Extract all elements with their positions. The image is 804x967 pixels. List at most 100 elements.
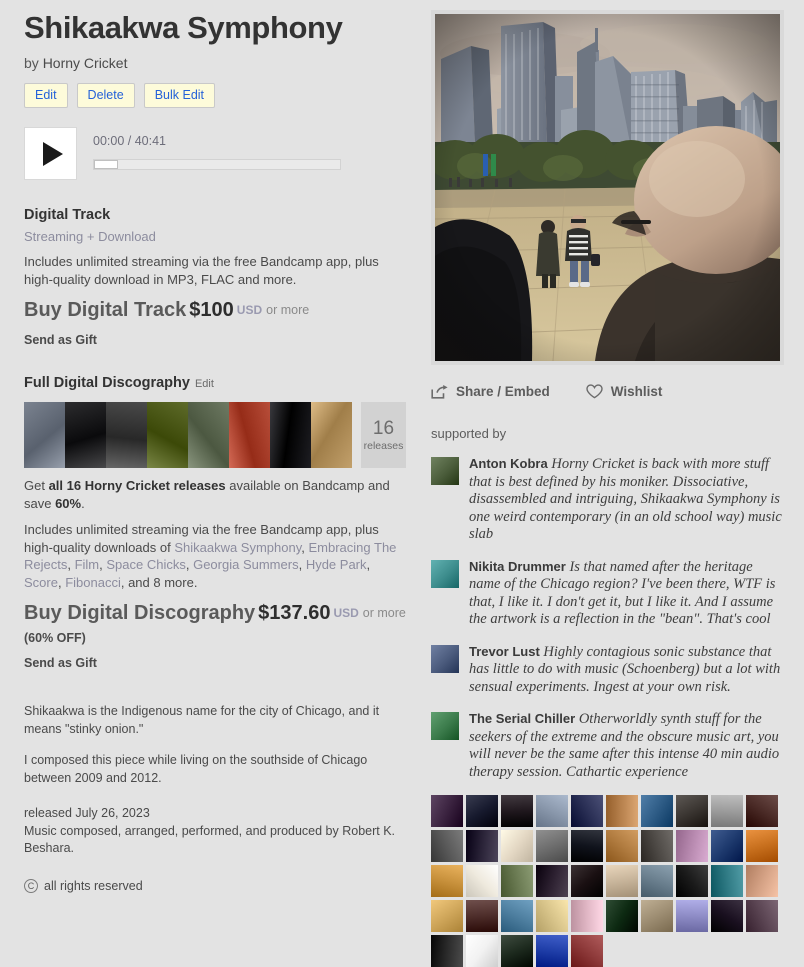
discography-thumbnail[interactable]: [270, 402, 311, 468]
fan-avatar[interactable]: [746, 900, 778, 932]
discography-edit-link[interactable]: Edit: [195, 378, 214, 390]
releases-label: releases: [363, 439, 404, 452]
fan-avatar[interactable]: [571, 830, 603, 862]
fan-avatar[interactable]: [746, 795, 778, 827]
fan-avatar[interactable]: [431, 900, 463, 932]
fan-avatar[interactable]: [466, 900, 498, 932]
fan-avatar[interactable]: [746, 865, 778, 897]
fan-avatar[interactable]: [431, 830, 463, 862]
fan-avatar[interactable]: [501, 900, 533, 932]
release-link[interactable]: Fibonacci: [65, 575, 121, 590]
fan-avatar[interactable]: [641, 830, 673, 862]
album-artwork-image: [435, 14, 780, 361]
fan-avatar[interactable]: [501, 935, 533, 967]
discography-thumbnail[interactable]: [65, 402, 106, 468]
album-artwork[interactable]: [431, 10, 784, 365]
bulk-edit-button[interactable]: Bulk Edit: [143, 83, 216, 108]
reviewer-name[interactable]: The Serial Chiller: [469, 711, 575, 726]
discography-thumbnail[interactable]: [311, 402, 352, 468]
discography-thumbnail[interactable]: [188, 402, 229, 468]
fan-avatar[interactable]: [431, 795, 463, 827]
digital-track-heading: Digital Track: [24, 207, 111, 223]
progress-thumb[interactable]: [94, 160, 118, 169]
release-link[interactable]: Shikaakwa Symphony: [174, 540, 301, 555]
buy-discography-button[interactable]: Buy Digital Discography $137.60 USD or more: [24, 601, 406, 626]
fan-avatar[interactable]: [466, 830, 498, 862]
fan-avatar[interactable]: [676, 900, 708, 932]
credits-line: Music composed, arranged, performed, and…: [24, 823, 396, 856]
discography-thumbnail[interactable]: [106, 402, 147, 468]
fan-avatar[interactable]: [571, 795, 603, 827]
avatar[interactable]: [431, 712, 459, 740]
discography-thumbnails[interactable]: [24, 402, 352, 468]
release-link[interactable]: Space Chicks: [106, 557, 185, 572]
fan-avatar[interactable]: [536, 900, 568, 932]
reviewer-name[interactable]: Anton Kobra: [469, 456, 548, 471]
release-link[interactable]: Film: [75, 557, 100, 572]
wishlist-label: Wishlist: [610, 384, 663, 399]
fan-avatar[interactable]: [431, 935, 463, 967]
fan-avatar[interactable]: [676, 795, 708, 827]
send-as-gift-discography-link[interactable]: Send as Gift: [24, 655, 406, 671]
discography-thumbnail[interactable]: [24, 402, 65, 468]
discography-section: Full Digital Discography Edit 16 releases…: [24, 374, 406, 671]
fan-avatar[interactable]: [571, 935, 603, 967]
fan-avatar[interactable]: [676, 865, 708, 897]
fan-avatar[interactable]: [501, 795, 533, 827]
review-item: Nikita Drummer Is that named after the h…: [431, 558, 784, 629]
delete-button[interactable]: Delete: [76, 83, 135, 108]
progress-bar[interactable]: [93, 159, 341, 170]
reviewer-name[interactable]: Nikita Drummer: [469, 559, 566, 574]
fan-avatar[interactable]: [711, 795, 743, 827]
discography-thumbnail[interactable]: [229, 402, 270, 468]
release-link[interactable]: Score: [24, 575, 58, 590]
fan-avatar[interactable]: [466, 795, 498, 827]
release-link[interactable]: Hyde Park: [306, 557, 367, 572]
fan-avatar[interactable]: [606, 865, 638, 897]
fan-avatar[interactable]: [641, 795, 673, 827]
fan-avatar[interactable]: [711, 830, 743, 862]
fan-avatar[interactable]: [606, 830, 638, 862]
edit-button[interactable]: Edit: [24, 83, 68, 108]
fan-avatar[interactable]: [606, 900, 638, 932]
heart-icon: [586, 384, 603, 399]
discography-thumbnail[interactable]: [147, 402, 188, 468]
fan-avatar[interactable]: [466, 865, 498, 897]
fan-avatar[interactable]: [536, 795, 568, 827]
release-link[interactable]: Georgia Summers: [193, 557, 298, 572]
fan-avatar[interactable]: [571, 865, 603, 897]
fan-avatar[interactable]: [746, 830, 778, 862]
fan-avatar[interactable]: [536, 935, 568, 967]
wishlist-button[interactable]: Wishlist: [586, 384, 663, 399]
avatar[interactable]: [431, 559, 459, 588]
fan-avatar[interactable]: [571, 900, 603, 932]
fan-avatar[interactable]: [501, 865, 533, 897]
fan-avatar[interactable]: [606, 795, 638, 827]
avatar[interactable]: [431, 644, 459, 673]
discography-includes-text: Includes unlimited streaming via the fre…: [24, 521, 406, 591]
reviewer-name[interactable]: Trevor Lust: [469, 644, 540, 659]
fan-avatar[interactable]: [711, 865, 743, 897]
get-suffix: .: [81, 495, 85, 511]
fan-avatar[interactable]: [641, 900, 673, 932]
buy-digital-track-button[interactable]: Buy Digital Track $100 USD or more: [24, 298, 406, 323]
share-embed-button[interactable]: Share / Embed: [431, 384, 550, 399]
fan-avatar[interactable]: [466, 935, 498, 967]
play-icon: [42, 141, 63, 166]
fan-avatar[interactable]: [501, 830, 533, 862]
avatar[interactable]: [431, 457, 459, 485]
fan-avatar[interactable]: [536, 830, 568, 862]
fan-avatar[interactable]: [676, 830, 708, 862]
streaming-download-link[interactable]: Streaming + Download: [24, 228, 406, 245]
releases-count-box[interactable]: 16 releases: [361, 402, 406, 468]
play-button[interactable]: [24, 127, 77, 180]
send-as-gift-track-link[interactable]: Send as Gift: [24, 332, 406, 348]
review-body: The Serial Chiller Otherworldly synth st…: [469, 710, 784, 781]
digital-track-price: $100: [189, 299, 234, 321]
fan-avatar[interactable]: [431, 865, 463, 897]
fan-avatar[interactable]: [536, 865, 568, 897]
fan-avatar[interactable]: [641, 865, 673, 897]
fan-avatar[interactable]: [711, 900, 743, 932]
artist-link[interactable]: Horny Cricket: [43, 55, 128, 71]
discography-heading: Full Digital Discography Edit: [24, 374, 406, 393]
